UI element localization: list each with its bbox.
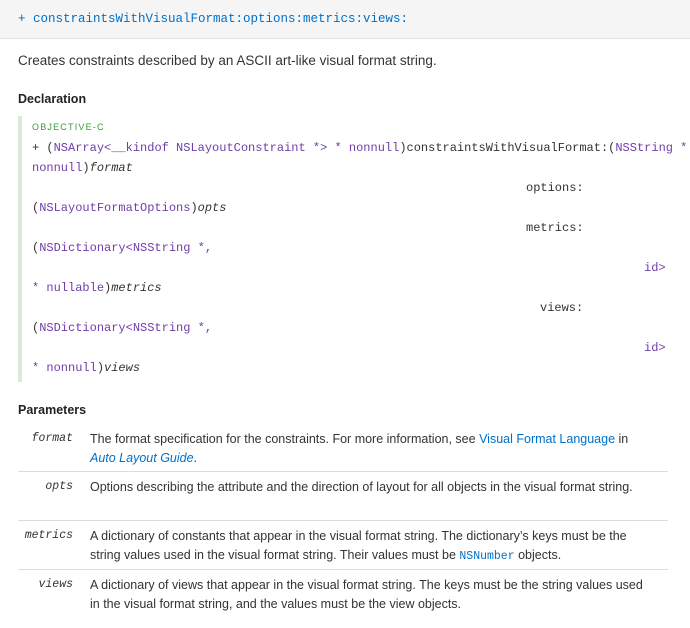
code-line-metrics-param: * nullable)metrics — [32, 281, 162, 295]
code-line-metrics-type: (NSDictionary<NSString *, — [32, 241, 213, 255]
type-link[interactable]: NSString — [615, 141, 673, 155]
parameter-name: opts — [45, 480, 73, 493]
code-metrics-label: metrics: — [526, 221, 584, 235]
auto-layout-guide-link[interactable]: Auto Layout Guide — [90, 451, 194, 465]
code-options-label: options: — [526, 181, 584, 195]
parameter-description: The format specification for the constra… — [90, 432, 629, 465]
type-link[interactable]: NSDictionary — [39, 321, 125, 335]
parameter-name: metrics — [24, 529, 73, 542]
language-label: OBJECTIVE-C — [32, 122, 105, 132]
type-link[interactable]: NSDictionary — [39, 241, 125, 255]
parameter-description: A dictionary of constants that appear in… — [90, 529, 627, 563]
parameter-name: views — [38, 578, 73, 591]
parameter-name: format — [31, 432, 73, 445]
parameters-heading: Parameters — [18, 403, 87, 417]
type-link[interactable]: NSLayoutFormatOptions — [39, 201, 190, 215]
visual-format-language-link[interactable]: Visual Format Language — [479, 432, 615, 446]
code-line-1: + (NSArray<__kindof NSLayoutConstraint *… — [32, 141, 688, 155]
method-header: + constraintsWithVisualFormat:options:me… — [0, 0, 690, 39]
code-views-label: views: — [540, 301, 584, 315]
code-line-views-param: * nonnull)views — [32, 361, 141, 375]
code-line-views-type: (NSDictionary<NSString *, — [32, 321, 213, 335]
code-metrics-id: id> — [644, 261, 666, 275]
parameter-row-opts: opts Options describing the attribute an… — [18, 472, 668, 521]
nsnumber-link[interactable]: NSNumber — [459, 550, 514, 563]
parameter-description: Options describing the attribute and the… — [90, 480, 633, 494]
type-link[interactable]: NSString — [133, 241, 191, 255]
type-link[interactable]: NSString — [133, 321, 191, 335]
parameter-row-metrics: metrics A dictionary of constants that a… — [18, 521, 668, 570]
code-line-2: nonnull)format — [32, 161, 133, 175]
method-signature-link[interactable]: + constraintsWithVisualFormat:options:me… — [18, 12, 408, 26]
parameter-row-views: views A dictionary of views that appear … — [18, 570, 668, 618]
code-views-id: id> — [644, 341, 666, 355]
declaration-heading: Declaration — [18, 92, 87, 106]
parameter-row-format: format The format specification for the … — [18, 424, 668, 472]
type-link[interactable]: NSArray — [54, 141, 104, 155]
parameter-description: A dictionary of views that appear in the… — [90, 578, 643, 611]
type-link[interactable]: NSLayoutConstraint — [169, 141, 306, 155]
method-abstract: Creates constraints described by an ASCI… — [18, 53, 437, 68]
declaration-code-block: OBJECTIVE-C + (NSArray<__kindof NSLayout… — [18, 116, 690, 382]
code-line-opts: (NSLayoutFormatOptions)opts — [32, 201, 227, 215]
